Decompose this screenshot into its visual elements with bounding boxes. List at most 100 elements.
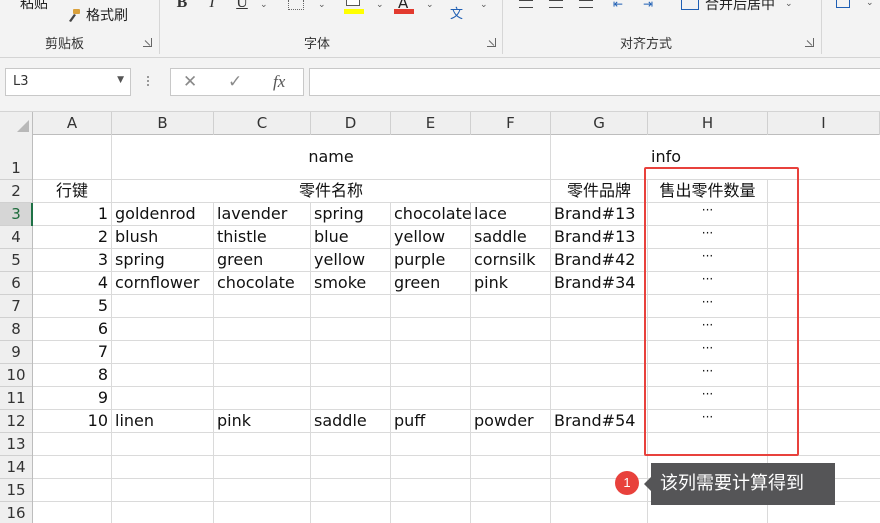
conditional-format-icon[interactable] <box>836 0 850 8</box>
cell-part-name[interactable]: pink <box>471 272 550 294</box>
row-header-2[interactable]: 2 <box>0 180 32 203</box>
fill-color-button[interactable] <box>344 0 364 14</box>
row-header-15[interactable]: 15 <box>0 479 32 502</box>
row-header-14[interactable]: 14 <box>0 456 32 479</box>
cell-part-name[interactable] <box>112 387 213 409</box>
cell-part-name[interactable]: blush <box>112 226 213 248</box>
cell-part-name[interactable]: purple <box>391 249 470 271</box>
phonetic-dropdown-icon[interactable]: ⌄ <box>480 0 488 10</box>
cell-part-name[interactable] <box>311 364 390 386</box>
row-header-12[interactable]: 12 <box>0 410 32 433</box>
cell-part-brand[interactable]: Brand#42 <box>551 249 647 271</box>
cell-part-name[interactable]: chocolate <box>214 272 310 294</box>
cell-part-brand[interactable]: Brand#54 <box>551 410 647 432</box>
cell-part-name[interactable]: green <box>214 249 310 271</box>
styles-dropdown-icon[interactable]: ⌄ <box>866 0 874 8</box>
cell-row-key[interactable]: 9 <box>33 387 111 409</box>
cell-part-name[interactable]: spring <box>112 249 213 271</box>
cell-part-name[interactable]: saddle <box>311 410 390 432</box>
row-header-6[interactable]: 6 <box>0 272 32 295</box>
cell-part-name[interactable] <box>311 318 390 340</box>
row-header-4[interactable]: 4 <box>0 226 32 249</box>
cell-part-brand[interactable] <box>551 318 647 340</box>
cell-part-name[interactable] <box>214 295 310 317</box>
cell-part-name[interactable]: linen <box>112 410 213 432</box>
cell-part-name[interactable] <box>214 318 310 340</box>
cell-part-name[interactable]: yellow <box>311 249 390 271</box>
column-header-g[interactable]: G <box>551 112 648 135</box>
font-color-button[interactable]: A <box>394 0 414 14</box>
increase-indent-icon[interactable]: ⇥ <box>643 0 659 10</box>
italic-button[interactable]: I <box>204 0 220 16</box>
cell-part-name[interactable] <box>471 318 550 340</box>
alignment-launcher-icon[interactable] <box>805 38 814 47</box>
column-header-a[interactable]: A <box>33 112 112 135</box>
cell-part-name[interactable]: lavender <box>214 203 310 225</box>
cell-part-brand[interactable] <box>551 364 647 386</box>
cell-row-key[interactable]: 3 <box>33 249 111 271</box>
paste-button[interactable]: 粘贴 <box>20 0 48 14</box>
cell-part-name[interactable]: goldenrod <box>112 203 213 225</box>
cell-row-key[interactable]: 4 <box>33 272 111 294</box>
cell-part-name[interactable]: pink <box>214 410 310 432</box>
cell-part-name[interactable] <box>214 387 310 409</box>
column-header-h[interactable]: H <box>648 112 768 135</box>
align-center-icon[interactable] <box>549 0 563 8</box>
merge-center-button[interactable]: 合并后居中 ⌄ <box>681 0 793 15</box>
column-header-e[interactable]: E <box>391 112 471 135</box>
cell-part-name[interactable]: yellow <box>391 226 470 248</box>
cell-part-name[interactable] <box>471 341 550 363</box>
cell-part-name[interactable]: saddle <box>471 226 550 248</box>
cell-part-name[interactable] <box>112 341 213 363</box>
header-part-name[interactable]: 零件名称 <box>112 180 550 202</box>
cell-part-name[interactable]: chocolate <box>391 203 472 225</box>
row-header-8[interactable]: 8 <box>0 318 32 341</box>
column-header-b[interactable]: B <box>112 112 214 135</box>
underline-dropdown-icon[interactable]: ⌄ <box>260 0 268 10</box>
cell-part-name[interactable]: cornsilk <box>471 249 550 271</box>
cell-row-key[interactable]: 2 <box>33 226 111 248</box>
decrease-indent-icon[interactable]: ⇤ <box>613 0 629 10</box>
underline-button[interactable]: U <box>234 0 250 16</box>
cell-part-name[interactable] <box>471 387 550 409</box>
cell-row-key[interactable]: 1 <box>33 203 111 225</box>
row-header-5[interactable]: 5 <box>0 249 32 272</box>
border-button[interactable] <box>288 0 304 10</box>
cell-part-name[interactable] <box>112 295 213 317</box>
row-header-16[interactable]: 16 <box>0 502 32 523</box>
cell-part-name[interactable] <box>391 341 470 363</box>
column-header-d[interactable]: D <box>311 112 391 135</box>
cell-part-name[interactable] <box>214 341 310 363</box>
cell-row-key[interactable]: 7 <box>33 341 111 363</box>
formula-bar-grip-icon[interactable] <box>146 74 150 90</box>
cell-part-name[interactable]: green <box>391 272 470 294</box>
row-header-13[interactable]: 13 <box>0 433 32 456</box>
cell-part-name[interactable]: puff <box>391 410 470 432</box>
header-part-brand[interactable]: 零件品牌 <box>551 180 647 202</box>
phonetic-button[interactable]: 文 <box>450 0 463 22</box>
confirm-icon[interactable]: ✓ <box>228 72 242 92</box>
cell-part-name[interactable]: lace <box>471 203 550 225</box>
cell-part-name[interactable] <box>311 387 390 409</box>
format-painter-button[interactable]: 格式刷 <box>66 4 128 26</box>
cell-part-brand[interactable]: Brand#34 <box>551 272 647 294</box>
header-row-key[interactable]: 行键 <box>33 180 111 202</box>
column-header-i[interactable]: I <box>768 112 880 135</box>
align-left-icon[interactable] <box>519 0 533 8</box>
row-header-10[interactable]: 10 <box>0 364 32 387</box>
cell-part-name[interactable] <box>112 364 213 386</box>
cell-part-name[interactable] <box>391 318 470 340</box>
row-header-7[interactable]: 7 <box>0 295 32 318</box>
bold-button[interactable]: B <box>174 0 190 16</box>
insert-function-icon[interactable]: fx <box>273 72 285 92</box>
cell-part-brand[interactable] <box>551 387 647 409</box>
row-header-1[interactable]: 1 <box>0 135 32 180</box>
font-launcher-icon[interactable] <box>487 38 496 47</box>
cell-part-name[interactable] <box>311 295 390 317</box>
cell-part-brand[interactable] <box>551 341 647 363</box>
cell-part-name[interactable] <box>391 295 470 317</box>
cell-part-brand[interactable]: Brand#13 <box>551 226 647 248</box>
clipboard-launcher-icon[interactable] <box>143 38 152 47</box>
cell-row-key[interactable]: 8 <box>33 364 111 386</box>
cell-row-key[interactable]: 10 <box>33 410 111 432</box>
